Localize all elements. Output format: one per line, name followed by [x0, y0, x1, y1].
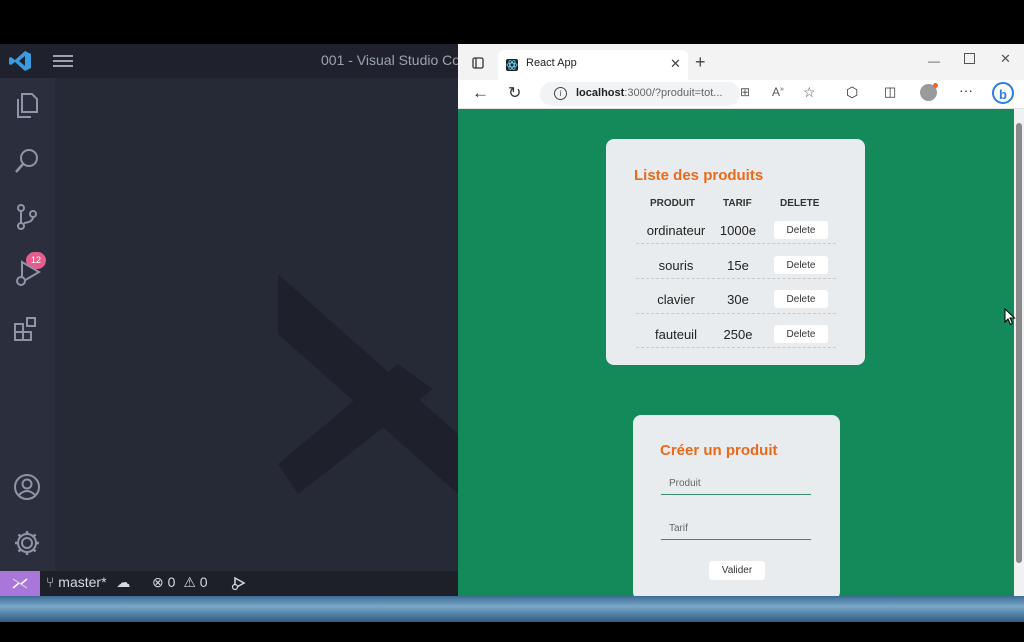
url-text: localhost:3000/?produit=tot... [576, 87, 722, 99]
react-favicon-icon [506, 59, 518, 71]
product-name: fauteuil [655, 327, 697, 342]
tab-title: React App [526, 57, 577, 69]
activity-bar: 12 [0, 78, 55, 571]
bing-chat-icon[interactable]: b [992, 82, 1014, 104]
mouse-cursor-icon [1004, 308, 1016, 326]
search-icon[interactable] [12, 146, 42, 176]
row-divider [636, 243, 836, 244]
products-card: Liste des produits PRODUIT TARIF DELETE … [606, 139, 865, 365]
maximize-button[interactable] [964, 53, 975, 64]
valider-button[interactable]: Valider [709, 561, 765, 580]
url-path: :3000/?produit=tot... [624, 87, 723, 99]
product-name: clavier [657, 292, 695, 307]
vscode-window: 001 - Visual Studio Co 12 ⑂ master* ☁ ⊗ … [0, 44, 461, 596]
error-icon: ⊗ [152, 574, 164, 590]
close-window-button[interactable]: ✕ [1000, 51, 1011, 67]
status-bar: ⑂ master* ☁ ⊗ 0 ⚠ 0 [0, 571, 458, 596]
produit-field [661, 472, 819, 495]
tarif-field [661, 517, 819, 540]
header-produit: PRODUIT [650, 198, 695, 209]
extensions-puzzle-icon[interactable]: ⬡ [846, 84, 858, 101]
warning-count: 0 [199, 574, 208, 590]
produit-input[interactable] [661, 472, 819, 494]
react-app-page: Liste des produits PRODUIT TARIF DELETE … [458, 109, 1014, 596]
tab-close-icon[interactable]: ✕ [670, 56, 681, 72]
new-tab-button[interactable]: + [695, 52, 706, 73]
app-available-icon[interactable]: ⊞ [740, 85, 750, 99]
create-product-card: Créer un produit Valider [633, 415, 840, 596]
extensions-icon[interactable] [12, 314, 42, 344]
read-aloud-icon[interactable]: A» [772, 85, 784, 99]
problems-indicator[interactable]: ⊗ 0 ⚠ 0 [152, 574, 208, 591]
product-price: 250e [723, 327, 753, 342]
tab-actions-icon[interactable] [472, 57, 484, 69]
address-toolbar: ← ↻ i localhost:3000/?produit=tot... ⊞ A… [458, 80, 1024, 109]
tab-react-app[interactable]: React App ✕ [498, 50, 688, 80]
vscode-window-title: 001 - Visual Studio Co [321, 52, 461, 68]
header-tarif: TARIF [723, 198, 752, 209]
refresh-icon[interactable]: ↻ [508, 83, 521, 103]
delete-button[interactable]: Delete [774, 256, 828, 274]
source-control-icon[interactable] [12, 202, 42, 232]
warning-icon: ⚠ [183, 574, 196, 590]
product-name: ordinateur [646, 223, 706, 238]
browser-window: React App ✕ + — ✕ ← ↻ i localhost:3000/?… [458, 44, 1024, 596]
address-bar[interactable]: i localhost:3000/?produit=tot... [540, 82, 740, 106]
run-debug-icon[interactable] [12, 258, 42, 288]
header-delete: DELETE [780, 198, 820, 209]
branch-indicator[interactable]: ⑂ master* ☁ [46, 574, 130, 591]
tab-strip: React App ✕ + — ✕ [458, 44, 1024, 80]
page-scrollbar[interactable] [1014, 109, 1024, 596]
run-task-icon[interactable] [230, 575, 246, 591]
account-icon[interactable] [12, 472, 42, 502]
favorite-star-icon[interactable]: ☆ [803, 84, 816, 101]
gear-icon[interactable] [12, 528, 42, 558]
products-title: Liste des produits [634, 167, 764, 184]
product-price: 1000e [719, 223, 757, 238]
vscode-watermark-icon [278, 274, 458, 494]
delete-button[interactable]: Delete [774, 290, 828, 308]
site-info-icon[interactable]: i [554, 87, 567, 100]
minimize-button[interactable]: — [928, 54, 940, 68]
remote-icon [12, 578, 28, 589]
create-product-title: Créer un produit [660, 442, 778, 459]
remote-indicator-button[interactable] [0, 571, 40, 596]
hamburger-menu-icon[interactable] [52, 52, 74, 70]
product-price: 15e [727, 258, 749, 273]
vscode-logo-icon [9, 51, 31, 71]
more-options-icon[interactable]: ··· [959, 82, 973, 98]
product-name: souris [658, 258, 694, 273]
tarif-input[interactable] [661, 517, 819, 539]
product-price: 30e [727, 292, 749, 307]
delete-button[interactable]: Delete [774, 325, 828, 343]
error-count: 0 [167, 574, 176, 590]
delete-button[interactable]: Delete [774, 221, 828, 239]
scrollbar-thumb[interactable] [1016, 123, 1022, 563]
url-host: localhost [576, 87, 625, 99]
profile-notification-dot [933, 83, 938, 88]
row-divider [636, 347, 836, 348]
row-divider [636, 313, 836, 314]
split-screen-icon[interactable]: ◫ [884, 84, 896, 100]
explorer-icon[interactable] [12, 90, 42, 120]
branch-icon: ⑂ [46, 574, 55, 590]
back-arrow-icon[interactable]: ← [472, 83, 489, 103]
sync-cloud-icon: ☁ [116, 574, 131, 590]
desktop-taskbar [0, 596, 1024, 622]
branch-name: master* [58, 574, 107, 590]
vscode-title-bar: 001 - Visual Studio Co [0, 44, 461, 78]
row-divider [636, 278, 836, 279]
